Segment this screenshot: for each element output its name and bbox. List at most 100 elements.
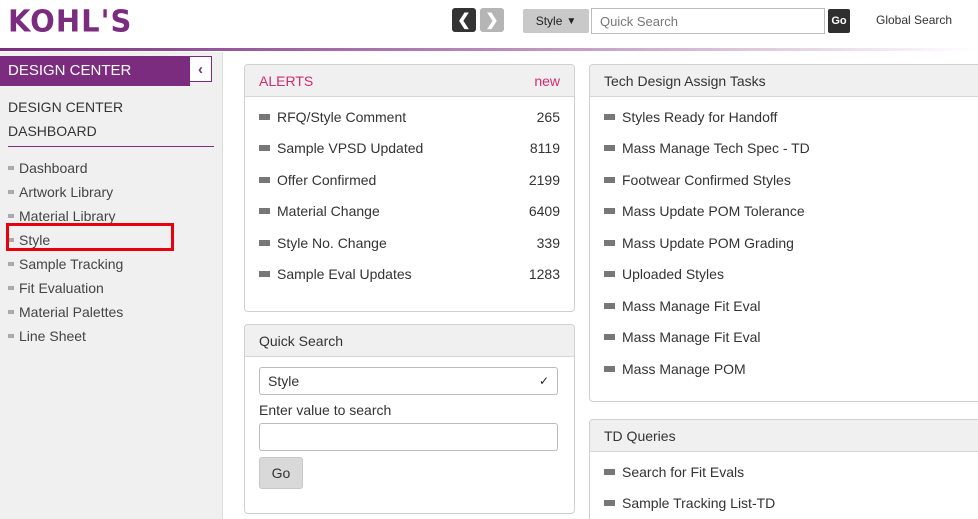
alert-label: Style No. Change	[277, 234, 387, 251]
header-divider	[0, 48, 978, 51]
bullet-icon	[8, 286, 14, 290]
task-link[interactable]: Styles Ready for Handoff	[590, 101, 978, 133]
new-badge: new	[534, 72, 560, 89]
alerts-header: ALERTS new	[245, 65, 574, 97]
search-type-dropdown[interactable]: Style ▼	[523, 9, 589, 33]
square-bullet-icon	[604, 208, 615, 215]
alerts-panel: ALERTS new RFQ/Style Comment 265 Sample V…	[244, 64, 575, 312]
alert-row[interactable]: Offer Confirmed 2199	[245, 164, 574, 196]
alert-count: 339	[536, 234, 560, 251]
header-go-button[interactable]: Go	[828, 9, 850, 33]
square-bullet-icon	[604, 239, 615, 246]
alert-count: 265	[536, 108, 560, 125]
caret-down-icon: ▼	[566, 15, 577, 27]
collapse-sidebar-icon[interactable]: ‹	[190, 56, 212, 82]
sidebar-title: DESIGN CENTER DASHBOARD	[8, 95, 208, 143]
search-value-label: Enter value to search	[259, 402, 392, 418]
square-bullet-icon	[604, 500, 615, 507]
task-link[interactable]: Mass Update POM Grading	[590, 227, 978, 259]
td-queries-list: Search for Fit Evals Sample Tracking Lis…	[590, 452, 978, 519]
alert-count: 1283	[528, 266, 560, 283]
sidebar-divider	[8, 146, 214, 147]
task-label: Mass Manage POM	[622, 360, 746, 377]
square-bullet-icon	[604, 271, 615, 278]
sidebar-item-dashboard[interactable]: Dashboard	[8, 156, 123, 180]
task-link[interactable]: Mass Manage Tech Spec - TD	[590, 133, 978, 165]
search-field-select[interactable]: Style ✓	[259, 367, 558, 395]
task-label: Mass Update POM Tolerance	[622, 203, 805, 220]
back-arrow-icon[interactable]: ❮	[452, 8, 476, 32]
sidebar-item-line-sheet[interactable]: Line Sheet	[8, 324, 123, 348]
search-type-value: Style	[535, 14, 563, 28]
sidebar-item-label: Dashboard	[19, 160, 88, 176]
task-link[interactable]: Uploaded Styles	[590, 259, 978, 291]
alert-label: Sample VPSD Updated	[277, 140, 424, 157]
td-queries-panel: TD Queries Search for Fit Evals Sample T…	[589, 419, 978, 519]
task-link[interactable]: Footwear Confirmed Styles	[590, 164, 978, 196]
alerts-list: RFQ/Style Comment 265 Sample VPSD Updated…	[245, 97, 574, 290]
task-label: Mass Update POM Grading	[622, 234, 794, 251]
square-bullet-icon	[259, 176, 270, 183]
task-label: Footwear Confirmed Styles	[622, 171, 791, 188]
style-highlight-box	[6, 223, 174, 251]
square-bullet-icon	[604, 365, 615, 372]
bullet-icon	[8, 190, 14, 194]
square-bullet-icon	[604, 113, 615, 120]
alert-row[interactable]: Sample VPSD Updated 8119	[245, 133, 574, 165]
square-bullet-icon	[259, 239, 270, 246]
quick-search-go-button[interactable]: Go	[259, 457, 303, 489]
task-link[interactable]: Mass Manage Fit Eval	[590, 322, 978, 354]
square-bullet-icon	[604, 468, 615, 475]
sidebar-item-label: Line Sheet	[19, 328, 86, 344]
query-link[interactable]: Search for Fit Evals	[590, 456, 978, 488]
sidebar-item-material-palettes[interactable]: Material Palettes	[8, 300, 123, 324]
task-label: Mass Manage Fit Eval	[622, 329, 761, 346]
sidebar-title-line1: DESIGN CENTER	[8, 99, 124, 115]
square-bullet-icon	[259, 208, 270, 215]
sidebar-item-label: Artwork Library	[19, 184, 114, 200]
query-link[interactable]: Sample Tracking List-TD	[590, 488, 978, 519]
sidebar-item-fit-evaluation[interactable]: Fit Evaluation	[8, 276, 123, 300]
sidebar-heading: DESIGN CENTER	[0, 56, 190, 86]
quick-search-body: Style ✓ Enter value to search Go	[245, 357, 574, 499]
alert-row[interactable]: Material Change 6409	[245, 196, 574, 228]
global-search-link[interactable]: Global Search	[876, 13, 952, 27]
alert-row[interactable]: RFQ/Style Comment 265	[245, 101, 574, 133]
square-bullet-icon	[259, 145, 270, 152]
square-bullet-icon	[604, 302, 615, 309]
quick-search-header: Quick Search	[245, 325, 574, 357]
tech-design-list: Styles Ready for Handoff Mass Manage Tec…	[590, 97, 978, 385]
task-link[interactable]: Mass Manage Fit Eval	[590, 290, 978, 322]
quick-search-input[interactable]	[591, 8, 825, 34]
task-label: Mass Manage Fit Eval	[622, 297, 761, 314]
sidebar-item-label: Material Palettes	[19, 304, 124, 320]
history-nav: ❮ ❯	[452, 8, 504, 32]
alert-row[interactable]: Sample Eval Updates 1283	[245, 259, 574, 291]
square-bullet-icon	[604, 176, 615, 183]
sidebar-item-sample-tracking[interactable]: Sample Tracking	[8, 252, 123, 276]
sidebar-item-artwork-library[interactable]: Artwork Library	[8, 180, 123, 204]
square-bullet-icon	[259, 113, 270, 120]
task-link[interactable]: Mass Update POM Tolerance	[590, 196, 978, 228]
alert-row[interactable]: Style No. Change 339	[245, 227, 574, 259]
search-value-input[interactable]	[259, 423, 558, 451]
search-field-value: Style	[268, 373, 300, 389]
alert-label: Offer Confirmed	[277, 171, 377, 188]
forward-arrow-icon[interactable]: ❯	[480, 8, 504, 32]
sidebar: DESIGN CENTER ‹ DESIGN CENTER DASHBOARD …	[0, 52, 223, 519]
td-queries-title: TD Queries	[604, 427, 676, 444]
task-label: Mass Manage Tech Spec - TD	[622, 140, 810, 157]
square-bullet-icon	[604, 145, 615, 152]
task-label: Uploaded Styles	[622, 266, 724, 283]
alert-count: 8119	[529, 140, 560, 157]
query-label: Search for Fit Evals	[622, 463, 745, 480]
bullet-icon	[8, 334, 14, 338]
alert-label: RFQ/Style Comment	[277, 108, 407, 125]
task-link[interactable]: Mass Manage POM	[590, 353, 978, 385]
kohls-logo[interactable]: KOHL'S	[8, 3, 132, 39]
bullet-icon	[8, 262, 14, 266]
sidebar-item-label: Fit Evaluation	[19, 280, 104, 296]
tech-design-tasks-panel: Tech Design Assign Tasks Styles Ready fo…	[589, 64, 978, 402]
sidebar-item-label: Sample Tracking	[19, 256, 124, 272]
quick-search-title: Quick Search	[259, 332, 344, 349]
